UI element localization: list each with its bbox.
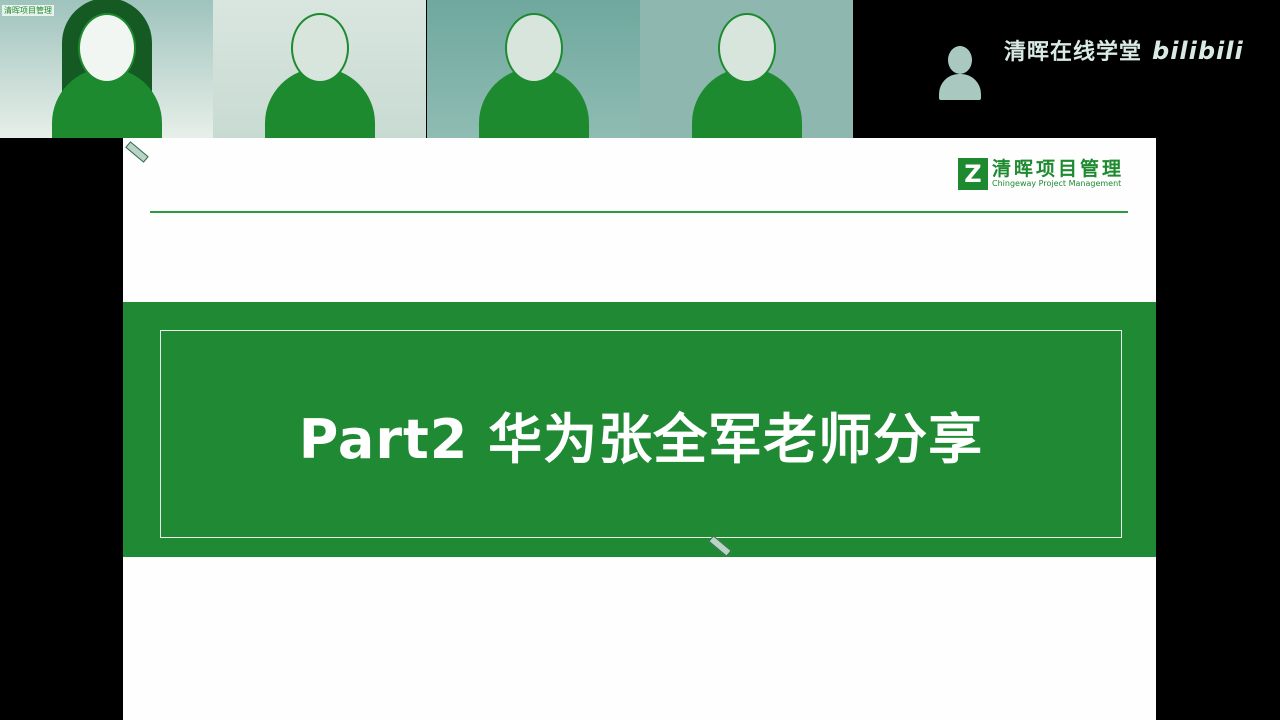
participant-head [504, 13, 563, 83]
bilibili-logo: bilibili [1152, 37, 1244, 65]
video-tile-2[interactable] [213, 0, 426, 138]
participant-head [717, 13, 776, 83]
title-frame: Part2 华为张全军老师分享 [160, 330, 1122, 538]
participant-name-tag: 清晖项目管理 [2, 5, 54, 16]
company-logo: Z 清晖项目管理 Chingeway Project Management [958, 158, 1124, 190]
watermark: 清晖在线学堂 bilibili [1004, 34, 1244, 66]
title-band: Part2 华为张全军老师分享 [123, 302, 1156, 557]
watermark-text: 清晖在线学堂 [1004, 40, 1143, 65]
logo-chinese: 清晖项目管理 [992, 158, 1125, 180]
header-divider [150, 211, 1128, 213]
video-tile-1[interactable]: 清晖项目管理 [0, 0, 213, 138]
slide-title: Part2 华为张全军老师分享 [298, 407, 984, 471]
video-tile-3[interactable] [427, 0, 640, 138]
presentation-slide: Z 清晖项目管理 Chingeway Project Management Pa… [123, 138, 1156, 720]
user-avatar-icon [939, 46, 981, 100]
logo-mark-icon: Z [958, 158, 988, 190]
participant-head [290, 13, 349, 83]
video-tile-4[interactable] [640, 0, 853, 138]
logo-english: Chingeway Project Management [992, 179, 1122, 188]
participant-head [77, 13, 136, 83]
pen-cursor-icon [125, 141, 149, 163]
